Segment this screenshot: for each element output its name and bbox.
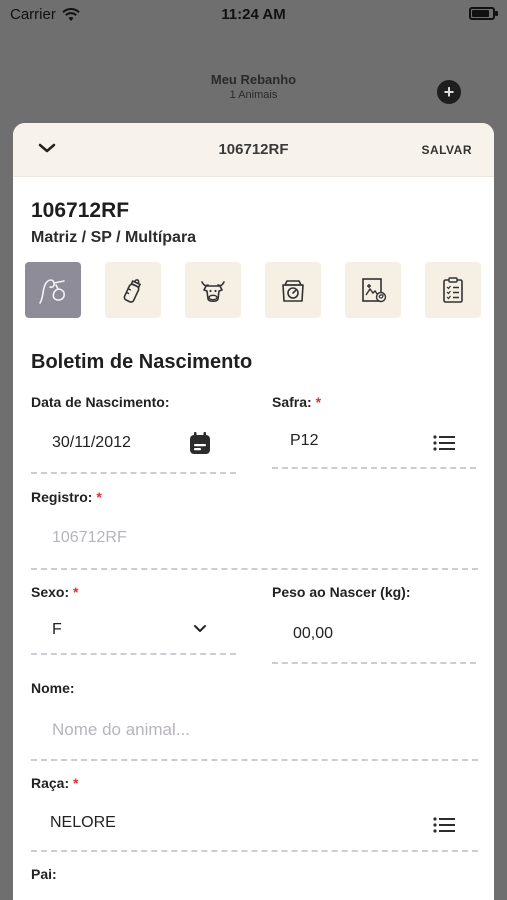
required-mark: *: [315, 394, 322, 410]
peso-label: Peso ao Nascer (kg):: [272, 584, 411, 600]
sexo-label-text: Sexo:: [31, 584, 70, 600]
pai-label: Pai:: [31, 866, 57, 882]
status-bar: Carrier 11:24 AM: [0, 0, 507, 28]
peso-underline: [272, 662, 476, 664]
birth-date-input[interactable]: 30/11/2012: [52, 434, 131, 452]
required-mark: *: [73, 584, 79, 600]
raca-label-text: Raça:: [31, 775, 70, 791]
sexo-label: Sexo: *: [31, 584, 78, 600]
tab-animal[interactable]: [185, 262, 241, 318]
raca-label: Raça: *: [31, 775, 78, 791]
category-tabs: [25, 262, 481, 318]
background-header: Meu Rebanho 1 Animais: [0, 72, 507, 101]
scale-icon: [282, 280, 304, 302]
nome-input[interactable]: Nome do animal...: [52, 720, 190, 740]
animal-sheet: 106712RF SALVAR 106712RF Matriz / SP / M…: [13, 123, 494, 900]
list-icon[interactable]: [433, 435, 455, 451]
tab-feeding[interactable]: [105, 262, 161, 318]
tab-weight[interactable]: [265, 262, 321, 318]
animal-description: Matriz / SP / Multípara: [31, 229, 197, 246]
animal-id: 106712RF: [31, 199, 130, 222]
raca-underline: [31, 850, 478, 852]
battery-icon: [469, 7, 498, 20]
birth-date-underline: [31, 472, 236, 474]
tab-birth[interactable]: [25, 262, 81, 318]
safra-label: Safra: *: [272, 394, 321, 410]
tab-checklist[interactable]: [425, 262, 481, 318]
sheet-header: 106712RF SALVAR: [13, 123, 494, 177]
registro-underline: [31, 568, 478, 570]
clipboard-icon: [443, 277, 463, 303]
farm-document-icon: [362, 278, 387, 303]
background-title: Meu Rebanho: [210, 72, 297, 87]
nome-underline: [31, 759, 478, 761]
safra-underline: [272, 467, 476, 469]
cow-icon: [201, 281, 225, 303]
nome-label: Nome:: [31, 680, 75, 696]
required-mark: *: [96, 489, 102, 505]
registro-label-text: Registro:: [31, 489, 93, 505]
baby-bottle-icon: [123, 279, 142, 303]
save-button[interactable]: SALVAR: [421, 143, 472, 157]
sexo-select[interactable]: F: [52, 621, 62, 639]
registro-label: Registro: *: [31, 489, 102, 505]
birth-date-label: Data de Nascimento:: [31, 394, 170, 410]
calendar-icon[interactable]: [189, 431, 211, 455]
peso-input[interactable]: 00,00: [293, 625, 333, 643]
section-title: Boletim de Nascimento: [31, 351, 253, 373]
background-subtitle: 1 Animais: [229, 89, 278, 101]
registro-input[interactable]: 106712RF: [52, 529, 127, 547]
status-time: 11:24 AM: [221, 6, 286, 23]
safra-label-text: Safra:: [272, 394, 312, 410]
required-mark: *: [73, 775, 79, 791]
raca-input[interactable]: NELORE: [50, 814, 116, 832]
battery-fill: [472, 10, 489, 17]
list-icon[interactable]: [433, 817, 455, 833]
tab-pasture[interactable]: [345, 262, 401, 318]
add-animal-button[interactable]: +: [437, 80, 461, 104]
chevron-down-icon[interactable]: [193, 624, 207, 634]
sexo-underline: [31, 653, 236, 655]
safra-input[interactable]: P12: [290, 432, 318, 450]
stork-icon: [39, 279, 65, 304]
